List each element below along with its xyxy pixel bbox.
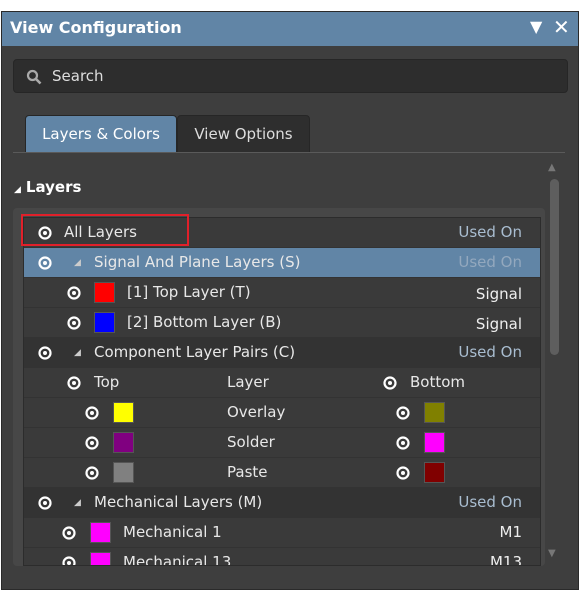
layer-row[interactable]: Mechanical 1 M1 xyxy=(24,518,540,548)
component-group-row[interactable]: ◢ Component Layer Pairs (C) Used On xyxy=(24,338,540,368)
tab-divider xyxy=(13,152,565,153)
eye-icon[interactable] xyxy=(38,346,52,360)
mechanical-group-row[interactable]: ◢ Mechanical Layers (M) Used On xyxy=(24,488,540,518)
panel-title: View Configuration xyxy=(10,18,182,37)
collapse-triangle-icon[interactable]: ◢ xyxy=(74,498,81,508)
collapse-triangle-icon[interactable]: ◢ xyxy=(74,348,81,358)
color-swatch[interactable] xyxy=(94,282,115,303)
layer-code: M13 xyxy=(489,553,522,566)
collapse-triangle-icon[interactable]: ◢ xyxy=(74,258,81,268)
layer-column-header: Layer xyxy=(227,373,269,391)
eye-icon[interactable] xyxy=(396,466,410,480)
eye-icon[interactable] xyxy=(383,376,397,390)
top-color-swatch[interactable] xyxy=(113,402,134,423)
collapse-triangle-icon: ◢ xyxy=(14,185,21,195)
layer-row[interactable]: Mechanical 13 M13 xyxy=(24,548,540,566)
signal-group-row[interactable]: ◢ Signal And Plane Layers (S) Used On xyxy=(24,248,540,278)
pair-label: Paste xyxy=(227,463,268,481)
eye-icon[interactable] xyxy=(85,406,99,420)
layer-type: Signal xyxy=(475,315,522,333)
scroll-up-icon[interactable]: ▲ xyxy=(548,162,556,173)
tab-view-options[interactable]: View Options xyxy=(177,115,310,152)
pair-row[interactable]: Paste xyxy=(24,458,540,488)
bottom-color-swatch[interactable] xyxy=(424,462,445,483)
layer-label: Mechanical 13 xyxy=(123,553,232,566)
section-label: Layers xyxy=(25,178,82,196)
highlight-box xyxy=(21,214,189,246)
color-swatch[interactable] xyxy=(94,312,115,333)
eye-icon[interactable] xyxy=(85,436,99,450)
eye-icon[interactable] xyxy=(38,496,52,510)
layer-tree: All Layers Used On ◢ Signal And Plane La… xyxy=(23,217,541,566)
top-color-swatch[interactable] xyxy=(113,462,134,483)
close-icon[interactable]: ✕ xyxy=(553,15,570,39)
top-color-swatch[interactable] xyxy=(113,432,134,453)
eye-icon[interactable] xyxy=(396,406,410,420)
search-icon xyxy=(26,69,42,85)
used-on-header: Used On xyxy=(458,253,522,271)
eye-icon[interactable] xyxy=(38,256,52,270)
layers-section-header[interactable]: ◢ Layers xyxy=(14,178,81,196)
eye-icon[interactable] xyxy=(67,286,81,300)
pair-row[interactable]: Overlay xyxy=(24,398,540,428)
layer-label: Mechanical 1 xyxy=(123,523,222,541)
layer-tree-container: All Layers Used On ◢ Signal And Plane La… xyxy=(13,208,545,566)
layer-label: [1] Top Layer (T) xyxy=(127,283,251,301)
group-label: Mechanical Layers (M) xyxy=(94,493,263,511)
group-label: Signal And Plane Layers (S) xyxy=(94,253,301,271)
eye-icon[interactable] xyxy=(67,376,81,390)
bottom-column-header: Bottom xyxy=(410,373,466,391)
layer-code: M1 xyxy=(499,523,523,541)
eye-icon[interactable] xyxy=(62,526,76,540)
group-label: Component Layer Pairs (C) xyxy=(94,343,296,361)
color-swatch[interactable] xyxy=(90,522,111,543)
eye-icon[interactable] xyxy=(67,316,81,330)
search-input[interactable]: Search xyxy=(13,59,568,93)
layer-type: Signal xyxy=(475,285,522,303)
pair-label: Solder xyxy=(227,433,275,451)
eye-icon[interactable] xyxy=(396,436,410,450)
scroll-down-icon[interactable]: ▼ xyxy=(548,548,556,559)
pair-header-row: Top Layer Bottom xyxy=(24,368,540,398)
pair-label: Overlay xyxy=(227,403,286,421)
eye-icon[interactable] xyxy=(85,466,99,480)
scrollbar-thumb[interactable] xyxy=(550,179,559,355)
pair-row[interactable]: Solder xyxy=(24,428,540,458)
dropdown-menu-icon[interactable]: ▼ xyxy=(530,17,542,36)
bottom-color-swatch[interactable] xyxy=(424,432,445,453)
search-placeholder: Search xyxy=(52,67,104,85)
bottom-color-swatch[interactable] xyxy=(424,402,445,423)
view-configuration-panel: View Configuration ▼ ✕ Search Layers & C… xyxy=(1,11,579,590)
eye-icon[interactable] xyxy=(62,556,76,566)
color-swatch[interactable] xyxy=(90,552,111,565)
layer-row[interactable]: [1] Top Layer (T) Signal xyxy=(24,278,540,308)
scrollbar[interactable]: ▲ ▼ xyxy=(547,162,561,567)
used-on-header: Used On xyxy=(458,343,522,361)
used-on-header: Used On xyxy=(458,493,522,511)
top-column-header: Top xyxy=(94,373,120,391)
layer-row[interactable]: [2] Bottom Layer (B) Signal xyxy=(24,308,540,338)
title-bar[interactable]: View Configuration ▼ ✕ xyxy=(2,12,578,46)
layer-label: [2] Bottom Layer (B) xyxy=(127,313,282,331)
used-on-header: Used On xyxy=(458,223,522,241)
tab-layers-colors[interactable]: Layers & Colors xyxy=(25,115,177,152)
